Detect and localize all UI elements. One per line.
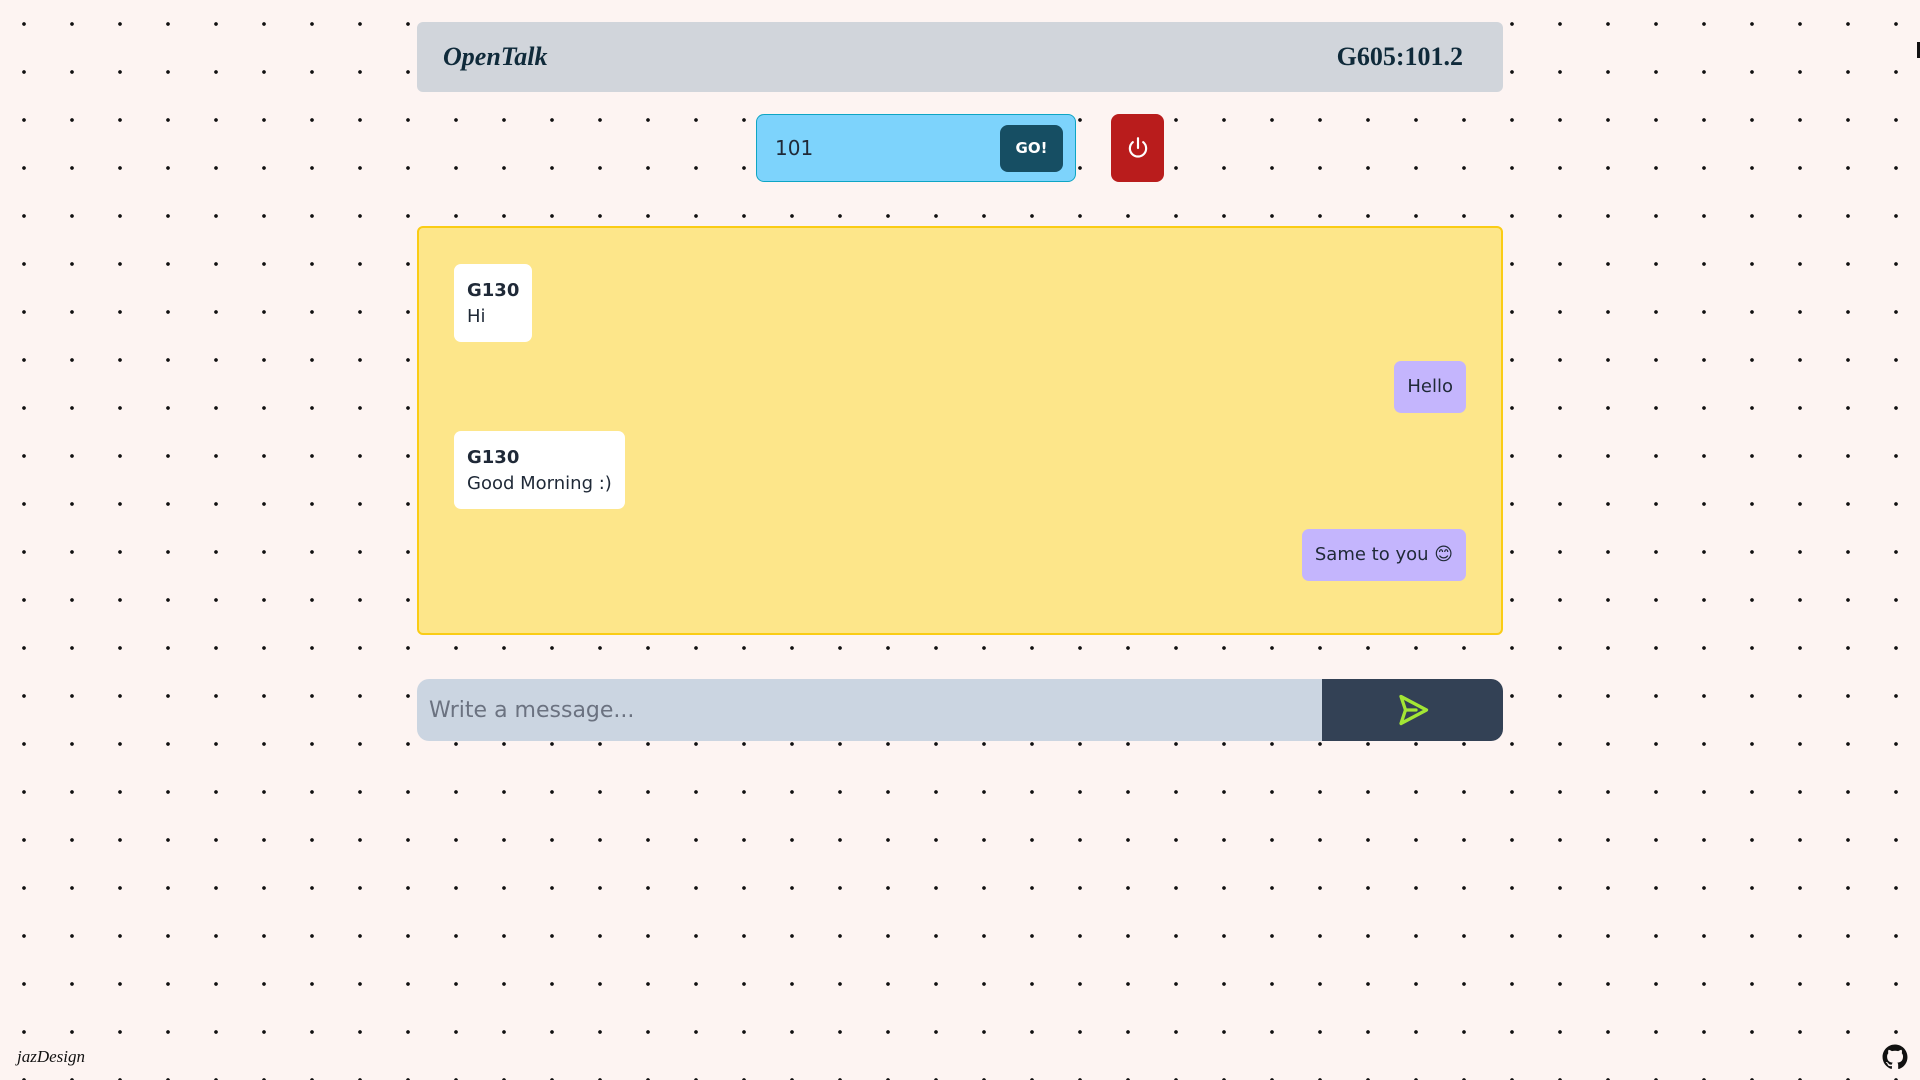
message-text: Same to you 😊	[1314, 544, 1453, 565]
session-id: G605:101.2	[1336, 42, 1463, 71]
github-link[interactable]	[1882, 1044, 1908, 1070]
message-sender: G130	[467, 280, 520, 301]
send-button[interactable]	[1322, 679, 1503, 741]
room-selector: GO!	[756, 114, 1076, 182]
github-icon	[1882, 1044, 1908, 1070]
room-input[interactable]	[757, 115, 1000, 181]
message-text: Good Morning :)	[467, 473, 612, 494]
message-incoming: G130 Hi	[454, 264, 533, 342]
message-text: Hello	[1407, 376, 1453, 397]
go-button[interactable]: GO!	[1000, 124, 1063, 172]
power-icon	[1128, 137, 1147, 158]
message-composer	[417, 679, 1503, 741]
app-title: OpenTalk	[443, 42, 548, 71]
message-input[interactable]	[417, 679, 1322, 741]
app-header: OpenTalk G605:101.2	[417, 22, 1503, 92]
credit-label: jazDesign	[11, 1046, 91, 1068]
message-incoming: G130 Good Morning :)	[454, 431, 625, 509]
message-text: Hi	[467, 306, 486, 327]
chat-panel: G130 Hi Hello G130 Good Morning :) Same …	[417, 226, 1503, 635]
send-icon	[1398, 694, 1428, 726]
disconnect-button[interactable]	[1111, 114, 1164, 182]
message-outgoing: Same to you 😊	[1301, 529, 1466, 581]
message-outgoing: Hello	[1394, 361, 1466, 413]
message-sender: G130	[467, 447, 520, 468]
